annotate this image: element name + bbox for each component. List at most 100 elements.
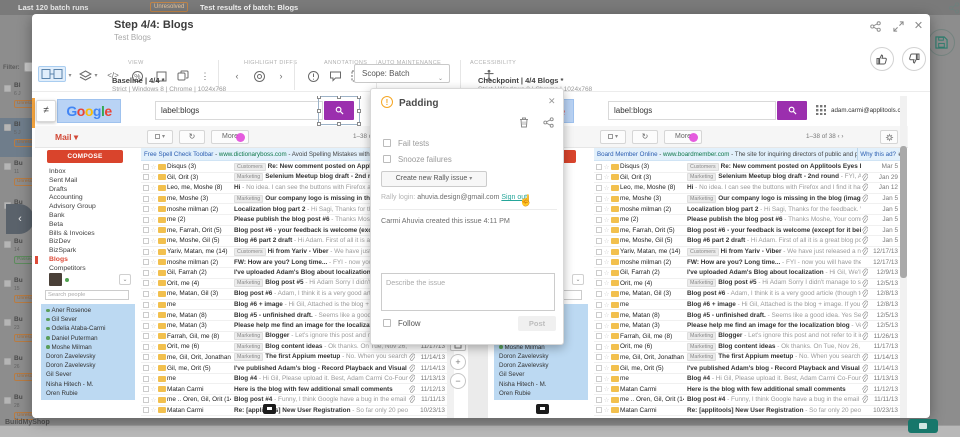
contact-item[interactable]: Nisha Hitech - M. (46, 381, 135, 390)
email-row[interactable]: ☆me, Farrah, Orit (5)Blog post #6 - your… (594, 226, 900, 237)
nav-item-beta[interactable]: Beta (49, 221, 63, 228)
selection-handle[interactable] (317, 122, 321, 126)
batch-item-checkbox[interactable] (4, 397, 11, 404)
prev-page-icon[interactable]: ‹ (838, 133, 840, 140)
create-rally-issue-button[interactable]: Create new Rally issue ▾ (381, 171, 487, 187)
batch-item-checkbox[interactable] (4, 163, 11, 170)
contact-item[interactable]: Moshe Milman (499, 344, 588, 353)
selection-handle[interactable] (357, 122, 361, 126)
star-icon[interactable]: ☆ (602, 406, 611, 414)
star-icon[interactable]: ☆ (149, 216, 158, 224)
diff-toggle-button[interactable]: ≠ (36, 100, 56, 122)
star-icon[interactable]: ☆ (602, 258, 611, 266)
pane-scrollbar-thumb[interactable] (900, 146, 907, 278)
star-icon[interactable]: ☆ (149, 385, 158, 393)
select-all-button[interactable]: ▾ (600, 130, 626, 144)
email-row[interactable]: ☆me, Gil, Orit, Jonathan (7)MarketingThe… (141, 353, 447, 364)
star-icon[interactable]: ☆ (602, 364, 611, 372)
select-checkbox[interactable] (608, 134, 613, 139)
email-row[interactable]: ☆me .. Oren, Gil, Orit (14)Blog post #4 … (594, 395, 900, 406)
search-input[interactable]: label:blogs (155, 101, 323, 120)
email-row[interactable]: ☆Orit, me (4)MarketingBlog post #5 - Hi … (594, 279, 900, 290)
describe-issue-textarea[interactable]: Describe the issue (381, 273, 555, 311)
star-icon[interactable]: ☆ (149, 406, 158, 414)
email-row[interactable]: ☆Matan CarmiRe: [applitools] New User Re… (594, 406, 900, 417)
star-icon[interactable]: ☆ (149, 248, 158, 256)
star-icon[interactable]: ☆ (602, 216, 611, 224)
email-row[interactable]: ☆Matan CarmiHere is the blog with few ad… (141, 384, 447, 395)
email-row[interactable]: ☆meBlog #4 - Hi Gil, Please upload it. B… (594, 374, 900, 385)
batch-list-item[interactable]: Bl6 JUnresolved (0, 79, 33, 118)
refresh-button[interactable]: ↻ (179, 130, 205, 144)
duplicate-icon[interactable] (174, 68, 192, 84)
star-icon[interactable]: ☆ (149, 173, 158, 181)
email-row[interactable]: ☆me, Matan (3)Please help me find an ima… (594, 321, 900, 332)
contact-item[interactable]: Oren Rubie (499, 390, 588, 399)
contact-item[interactable]: Moshe Milman (46, 344, 135, 353)
contact-item[interactable]: Doron Zavelevsky (499, 353, 588, 362)
star-icon[interactable]: ☆ (149, 343, 158, 351)
nav-item-bizdev[interactable]: BizDev (49, 238, 71, 245)
pane-scrollbar[interactable] (900, 96, 907, 418)
zoom-in-button[interactable]: + (450, 354, 466, 370)
contact-item[interactable]: Nisha Hitech - M. (499, 381, 588, 390)
selection-handle[interactable] (317, 109, 321, 113)
star-icon[interactable]: ☆ (602, 195, 611, 203)
email-row[interactable]: ☆Matan CarmiRe: [applitools] New User Re… (141, 406, 447, 417)
star-icon[interactable]: ☆ (149, 195, 158, 203)
email-row[interactable]: ☆moshe milman (2)Localization blog part … (594, 204, 900, 215)
selection-handle[interactable] (337, 96, 341, 99)
search-button[interactable] (777, 101, 807, 120)
account-menu[interactable]: adam.carmi@applitools.com ▾ (831, 107, 905, 114)
prev-diff-icon[interactable]: ‹ (228, 68, 246, 84)
email-row[interactable]: ☆me, Gil, Orit, Jonathan (7)MarketingThe… (594, 353, 900, 364)
star-icon[interactable]: ☆ (602, 237, 611, 245)
contact-item[interactable]: Gil Sever (46, 371, 135, 380)
search-people-input[interactable]: Search people (45, 290, 129, 300)
fail-tests-checkbox[interactable] (383, 139, 391, 147)
zoom-out-button[interactable]: − (450, 373, 466, 389)
more-options-icon[interactable]: ⋮ (196, 68, 214, 84)
selection-handle[interactable] (357, 96, 361, 99)
contact-item[interactable]: Gil Sever (499, 371, 588, 380)
nav-item-sent-mail[interactable]: Sent Mail (49, 177, 77, 184)
batch-list-item[interactable]: Bl5 JUnresolved (0, 118, 33, 157)
star-icon[interactable]: ☆ (149, 396, 158, 404)
star-icon[interactable]: ☆ (149, 290, 158, 298)
apps-grid-icon[interactable] (816, 105, 826, 115)
batch-item-checkbox[interactable] (4, 85, 11, 92)
trash-icon[interactable] (519, 117, 529, 128)
star-icon[interactable]: ☆ (149, 322, 158, 330)
star-icon[interactable]: ☆ (602, 248, 611, 256)
select-all-button[interactable]: ▾ (147, 130, 173, 144)
more-button[interactable]: More (664, 130, 702, 144)
nav-item-competitors[interactable]: Competitors (49, 265, 86, 272)
profile-menu-button[interactable]: ⌄ (572, 274, 584, 285)
email-row[interactable]: ☆Gil, Orit (3)MarketingSelenium Meetup b… (594, 173, 900, 184)
avatar[interactable] (49, 273, 62, 286)
mail-menu[interactable]: Mail ▾ (55, 132, 78, 143)
batch-list-item[interactable]: Bu23Unresolved (0, 313, 33, 352)
email-row[interactable]: ☆meBlog #6 + image - Hi Gil, Attached is… (594, 300, 900, 311)
star-icon[interactable]: ☆ (602, 290, 611, 298)
contact-item[interactable]: Daniel Puterman (46, 335, 135, 344)
email-row[interactable]: ☆Yariv, Matan, me (14)CustomersHi from Y… (594, 247, 900, 258)
nav-item-advisory-group[interactable]: Advisory Group (49, 203, 96, 210)
snooze-failures-checkbox[interactable] (383, 155, 391, 163)
issue-annotation-icon[interactable] (304, 68, 322, 84)
sidebar-item-buildmyshop[interactable]: BuildMyShop (5, 419, 50, 426)
layers-caret-icon[interactable]: ▾ (92, 68, 100, 84)
star-icon[interactable]: ☆ (149, 226, 158, 234)
search-input[interactable]: label:blogs (608, 101, 776, 120)
star-icon[interactable]: ☆ (602, 301, 611, 309)
selection-handle[interactable] (317, 96, 321, 99)
star-icon[interactable]: ☆ (149, 353, 158, 361)
email-row[interactable]: ☆Leo, me, Moshe (8)Hi - No idea. I can s… (594, 183, 900, 194)
next-diff-icon[interactable]: › (272, 68, 290, 84)
contact-item[interactable]: Doron Zavelevsky (46, 362, 135, 371)
batch-item-checkbox[interactable] (4, 280, 11, 287)
thumbs-down-button[interactable] (902, 47, 926, 71)
fullscreen-button[interactable] (891, 19, 906, 34)
star-icon[interactable]: ☆ (602, 353, 611, 361)
email-row[interactable]: ☆me, Moshe, Gil (5)Blog #6 part 2 draft … (594, 236, 900, 247)
